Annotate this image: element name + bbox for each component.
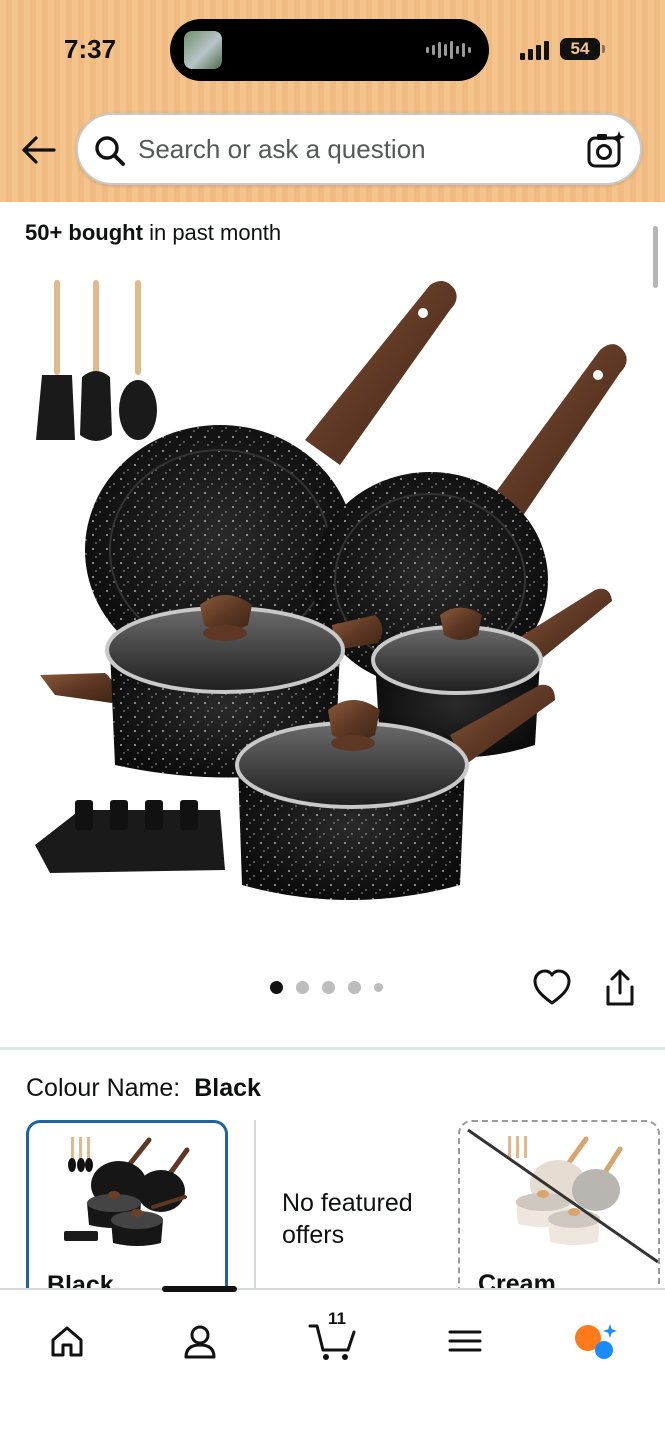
carousel-dot[interactable] [296, 981, 309, 994]
swatch-no-featured-offers: No featured offers [282, 1120, 452, 1300]
audio-waveform-icon [426, 41, 471, 59]
bottom-navigation: 11 [0, 1286, 665, 1440]
utensils [36, 280, 157, 441]
rufus-assistant-icon [575, 1324, 617, 1359]
swatch-black[interactable]: Black [26, 1120, 228, 1300]
now-playing-thumbnail [184, 31, 222, 69]
battery-level: 54 [570, 39, 590, 58]
section-divider [0, 1047, 665, 1050]
swatch-separator [254, 1120, 256, 1288]
swatch-thumbnail [64, 1137, 190, 1246]
selected-colour: Black [194, 1074, 261, 1102]
product-page: 7:37 54 Search or ask a question 50+ bou… [0, 0, 665, 1440]
app-header: 7:37 54 [0, 0, 665, 202]
carousel-dot[interactable] [270, 981, 283, 994]
carousel-dot[interactable] [348, 981, 361, 994]
account-icon [184, 1325, 216, 1359]
product-image[interactable] [20, 265, 640, 965]
back-arrow-icon [22, 136, 56, 164]
nav-account[interactable] [175, 1316, 225, 1366]
no-offers-text: No featured offers [282, 1189, 413, 1249]
share-button[interactable] [600, 967, 640, 1009]
home-icon [51, 1326, 83, 1357]
swatch-cream[interactable]: Cream [458, 1120, 660, 1300]
cellular-signal-icon [520, 40, 549, 60]
carousel-dot[interactable] [322, 981, 335, 994]
nav-home[interactable] [42, 1316, 92, 1366]
heart-icon [533, 969, 571, 1005]
nav-menu[interactable] [440, 1316, 490, 1366]
battery-icon: 54 [560, 38, 600, 60]
bought-period: in past month [149, 220, 282, 245]
bought-count: 50+ bought [25, 220, 143, 245]
menu-icon [448, 1330, 482, 1352]
variation-label: Colour Name: Black [26, 1074, 261, 1103]
share-icon [606, 969, 634, 1006]
scroll-indicator[interactable] [653, 226, 658, 288]
camera-search-icon[interactable] [586, 130, 626, 170]
status-time: 7:37 [64, 34, 117, 64]
search-bar[interactable] [76, 113, 642, 185]
colour-name-label: Colour Name: [26, 1074, 181, 1102]
image-carousel-indicator[interactable] [270, 981, 383, 994]
spoon-rest [35, 800, 225, 873]
bought-in-past-month: 50+ bought in past month [25, 220, 281, 246]
active-tab-indicator [162, 1286, 237, 1292]
dynamic-island [170, 19, 489, 81]
search-input[interactable] [138, 129, 568, 169]
carousel-dot[interactable] [374, 983, 383, 992]
cart-count-badge: 11 [328, 1309, 346, 1328]
search-icon [95, 136, 125, 166]
back-button[interactable] [18, 130, 58, 170]
nav-rufus[interactable] [570, 1316, 620, 1366]
wishlist-button[interactable] [531, 967, 573, 1009]
